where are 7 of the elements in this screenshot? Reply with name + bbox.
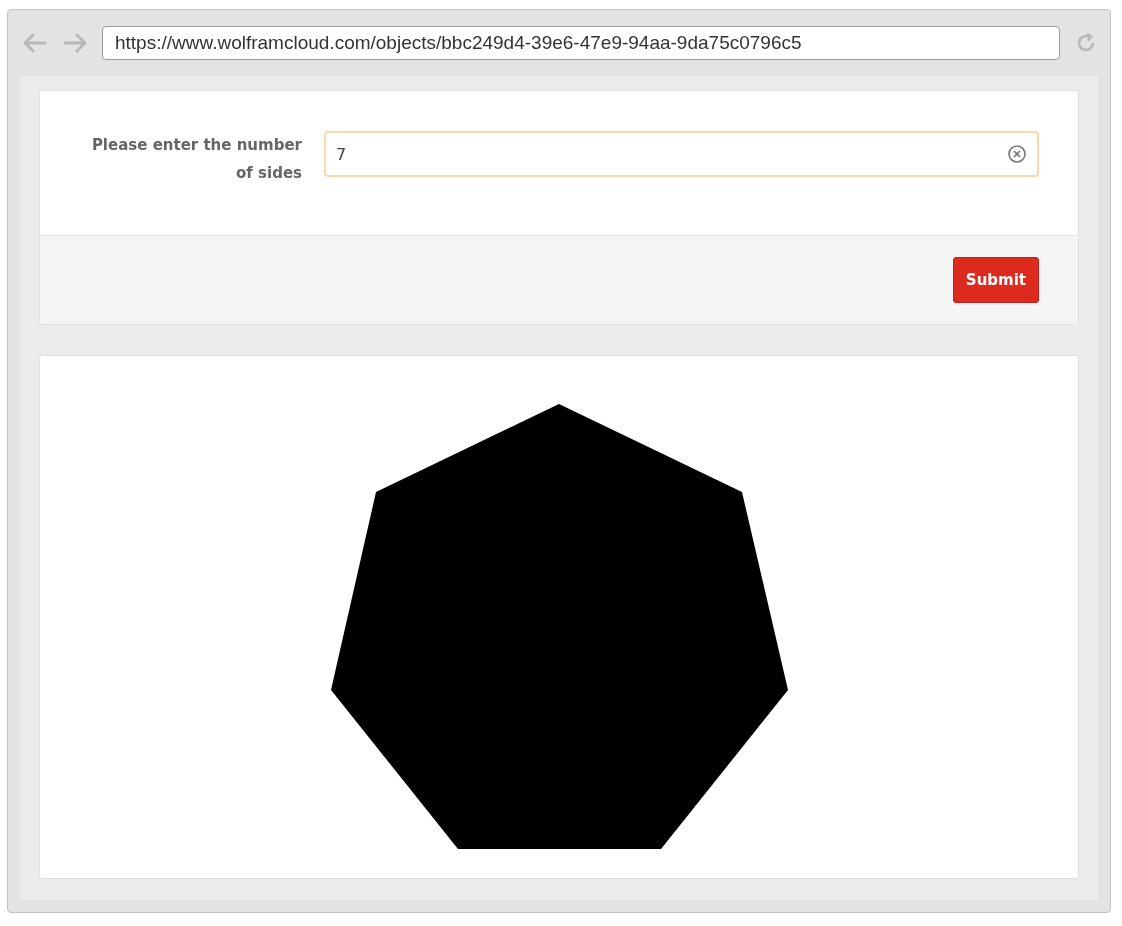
submit-button[interactable]: Submit: [952, 257, 1039, 303]
field-label: Please enter the number of sides: [90, 135, 302, 184]
clear-icon[interactable]: [1007, 144, 1027, 164]
sides-input-field[interactable]: 7: [324, 131, 1039, 177]
forward-icon[interactable]: [62, 32, 88, 54]
address-bar[interactable]: https://www.wolframcloud.com/objects/bbc249d4-39e6-47e9-94aa-9da75c0796c5: [102, 26, 1060, 60]
back-icon[interactable]: [22, 32, 48, 54]
